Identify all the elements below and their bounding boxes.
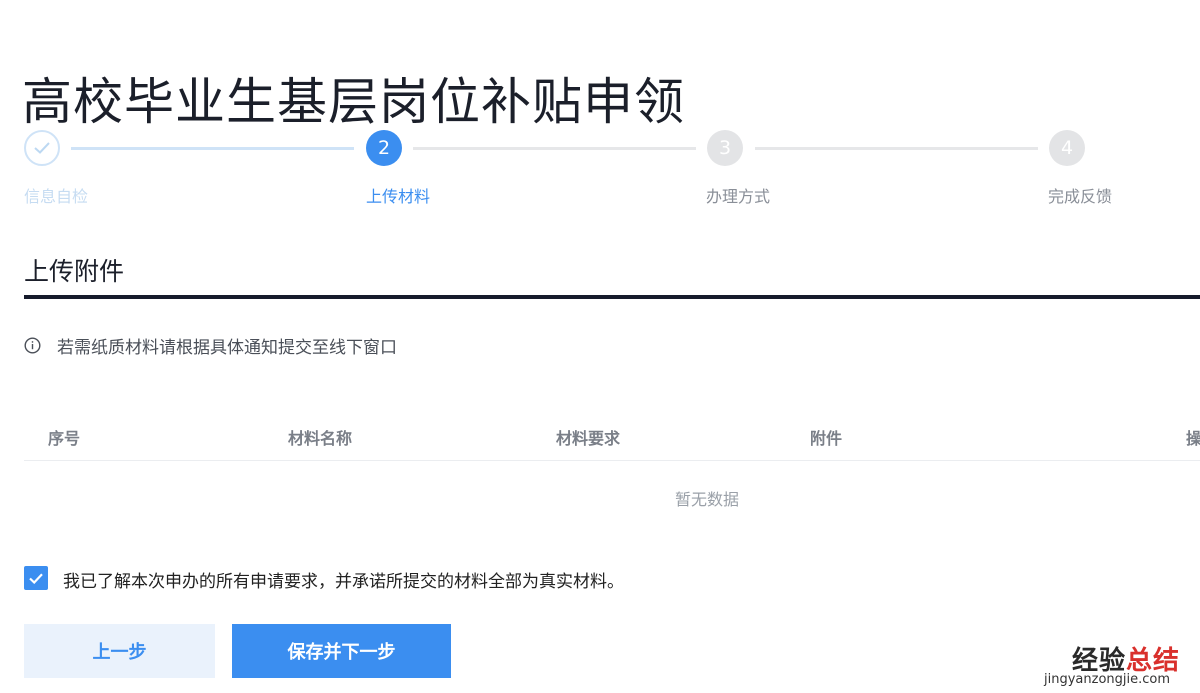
table-header-material-requirement: 材料要求	[556, 429, 621, 448]
notice-text: 若需纸质材料请根据具体通知提交至线下窗口	[57, 338, 397, 358]
step-4-circle: 4	[1049, 130, 1085, 166]
agreement-checkbox[interactable]	[24, 566, 48, 590]
step-3-label: 办理方式	[706, 187, 771, 206]
section-title: 上传附件	[24, 257, 125, 286]
save-and-next-button[interactable]: 保存并下一步	[232, 624, 451, 678]
step-2-circle: 2	[366, 130, 402, 166]
table-header-divider	[24, 460, 1200, 461]
agreement-text: 我已了解本次申办的所有申请要求，并承诺所提交的材料全部为真实材料。	[63, 572, 624, 592]
previous-step-button[interactable]: 上一步	[24, 624, 215, 678]
info-icon	[24, 337, 41, 354]
step-3-circle: 3	[707, 130, 743, 166]
section-divider	[24, 295, 1200, 299]
step-1-label: 信息自检	[24, 187, 89, 206]
step-4-label: 完成反馈	[1048, 187, 1113, 206]
table-header-index: 序号	[48, 429, 81, 448]
checkmark-icon	[29, 573, 43, 584]
step-1-check-icon	[24, 130, 60, 166]
notice: 若需纸质材料请根据具体通知提交至线下窗口	[24, 333, 397, 358]
step-2-label: 上传材料	[366, 187, 431, 206]
table-header-attachment: 附件	[810, 429, 843, 448]
watermark-url: jingyanzongjie.com	[1044, 672, 1171, 687]
table-header-material-name: 材料名称	[288, 429, 353, 448]
page-title: 高校毕业生基层岗位补贴申领	[22, 72, 685, 131]
table-empty-text: 暂无数据	[675, 490, 740, 509]
step-connector-1	[71, 147, 354, 150]
table-header-operation: 操	[1186, 429, 1200, 448]
step-connector-2	[413, 147, 696, 150]
step-connector-3	[755, 147, 1038, 150]
